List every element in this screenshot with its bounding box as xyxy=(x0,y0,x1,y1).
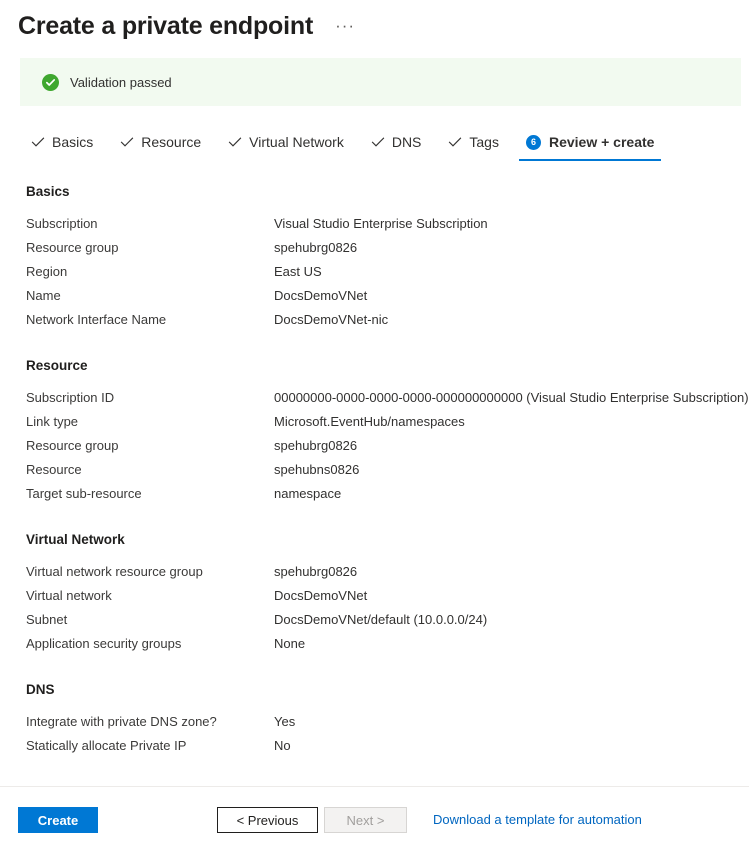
detail-value: spehubrg0826 xyxy=(274,236,357,260)
validation-message: Validation passed xyxy=(70,75,172,90)
validation-banner: Validation passed xyxy=(20,58,741,106)
detail-value: Microsoft.EventHub/namespaces xyxy=(274,410,465,434)
detail-value: namespace xyxy=(274,482,341,506)
detail-value: spehubns0826 xyxy=(274,458,359,482)
detail-value: DocsDemoVNet xyxy=(274,284,367,308)
detail-label: Resource group xyxy=(26,236,274,260)
detail-label: Link type xyxy=(26,410,274,434)
previous-button[interactable]: < Previous xyxy=(217,807,318,833)
page-title: Create a private endpoint xyxy=(18,11,313,41)
tab-label: Virtual Network xyxy=(249,134,344,150)
download-template-link[interactable]: Download a template for automation xyxy=(433,807,642,833)
section-heading: Basics xyxy=(26,184,729,199)
detail-row: Link type Microsoft.EventHub/namespaces xyxy=(26,410,729,434)
detail-label: Statically allocate Private IP xyxy=(26,734,274,758)
step-number-badge: 6 xyxy=(526,135,541,150)
detail-label: Subnet xyxy=(26,608,274,632)
detail-row: Application security groups None xyxy=(26,632,729,656)
detail-label: Name xyxy=(26,284,274,308)
check-icon xyxy=(371,135,385,149)
section-dns: DNS Integrate with private DNS zone? Yes… xyxy=(26,682,729,758)
detail-value: No xyxy=(274,734,291,758)
detail-value: spehubrg0826 xyxy=(274,434,357,458)
more-options-icon[interactable]: ··· xyxy=(329,19,361,33)
section-basics: Basics Subscription Visual Studio Enterp… xyxy=(26,184,729,332)
detail-value: DocsDemoVNet/default (10.0.0.0/24) xyxy=(274,608,487,632)
detail-row: Virtual network resource group spehubrg0… xyxy=(26,560,729,584)
detail-value: spehubrg0826 xyxy=(274,560,357,584)
check-icon xyxy=(228,135,242,149)
tab-label: Basics xyxy=(52,134,93,150)
detail-row: Name DocsDemoVNet xyxy=(26,284,729,308)
tab-tags[interactable]: Tags xyxy=(439,126,508,158)
wizard-tabs: Basics Resource Virtual Network DNS xyxy=(22,124,749,158)
detail-row: Resource group spehubrg0826 xyxy=(26,236,729,260)
footer-action-bar: Create < Previous Next > Download a temp… xyxy=(0,787,749,856)
section-heading: Resource xyxy=(26,358,729,373)
check-icon xyxy=(448,135,462,149)
tab-dns[interactable]: DNS xyxy=(362,126,431,158)
section-virtual-network: Virtual Network Virtual network resource… xyxy=(26,532,729,656)
detail-label: Subscription xyxy=(26,212,274,236)
detail-value: Yes xyxy=(274,710,295,734)
review-content: Basics Subscription Visual Studio Enterp… xyxy=(0,184,749,758)
check-icon xyxy=(31,135,45,149)
create-button[interactable]: Create xyxy=(18,807,98,833)
section-heading: DNS xyxy=(26,682,729,697)
check-icon xyxy=(120,135,134,149)
detail-row: Resource spehubns0826 xyxy=(26,458,729,482)
tab-virtual-network[interactable]: Virtual Network xyxy=(219,126,353,158)
detail-row: Statically allocate Private IP No xyxy=(26,734,729,758)
section-heading: Virtual Network xyxy=(26,532,729,547)
next-button: Next > xyxy=(324,807,407,833)
detail-value: None xyxy=(274,632,305,656)
tab-review-create[interactable]: 6 Review + create xyxy=(517,126,663,158)
detail-label: Integrate with private DNS zone? xyxy=(26,710,274,734)
check-circle-icon xyxy=(42,74,59,91)
tab-label: DNS xyxy=(392,134,422,150)
detail-label: Region xyxy=(26,260,274,284)
detail-row: Subscription ID 00000000-0000-0000-0000-… xyxy=(26,386,729,410)
page-header: Create a private endpoint ··· xyxy=(0,0,749,40)
detail-row: Network Interface Name DocsDemoVNet-nic xyxy=(26,308,729,332)
detail-value: Visual Studio Enterprise Subscription xyxy=(274,212,488,236)
tab-label: Resource xyxy=(141,134,201,150)
tab-label: Tags xyxy=(469,134,499,150)
tab-basics[interactable]: Basics xyxy=(22,126,102,158)
detail-label: Application security groups xyxy=(26,632,274,656)
detail-value: DocsDemoVNet-nic xyxy=(274,308,388,332)
tab-resource[interactable]: Resource xyxy=(111,126,210,158)
detail-value: DocsDemoVNet xyxy=(274,584,367,608)
detail-row: Resource group spehubrg0826 xyxy=(26,434,729,458)
detail-label: Resource xyxy=(26,458,274,482)
detail-row: Target sub-resource namespace xyxy=(26,482,729,506)
detail-row: Integrate with private DNS zone? Yes xyxy=(26,710,729,734)
detail-label: Resource group xyxy=(26,434,274,458)
detail-label: Target sub-resource xyxy=(26,482,274,506)
detail-label: Subscription ID xyxy=(26,386,274,410)
detail-label: Network Interface Name xyxy=(26,308,274,332)
detail-row: Virtual network DocsDemoVNet xyxy=(26,584,729,608)
detail-value: 00000000-0000-0000-0000-000000000000 (Vi… xyxy=(274,386,749,410)
detail-row: Subscription Visual Studio Enterprise Su… xyxy=(26,212,729,236)
detail-row: Region East US xyxy=(26,260,729,284)
detail-row: Subnet DocsDemoVNet/default (10.0.0.0/24… xyxy=(26,608,729,632)
tab-label: Review + create xyxy=(549,134,654,150)
detail-label: Virtual network xyxy=(26,584,274,608)
detail-label: Virtual network resource group xyxy=(26,560,274,584)
detail-value: East US xyxy=(274,260,322,284)
section-resource: Resource Subscription ID 00000000-0000-0… xyxy=(26,358,729,506)
